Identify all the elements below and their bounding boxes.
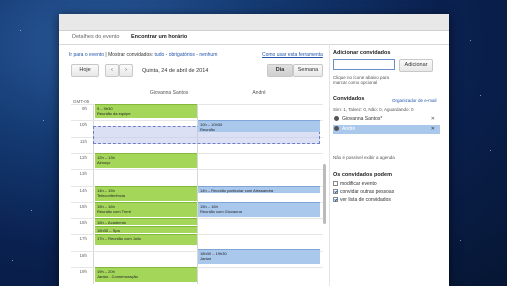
rsvp-summary: Sim: 1, Talvez: 0, Não: 0, Aguardando: 0	[333, 107, 414, 112]
perm-modify-event[interactable]: modificar evento	[333, 181, 377, 187]
event-tabs: Detalhes do evento Encontrar um horário	[59, 30, 449, 45]
guest1-column-header: Giovanna Santos	[149, 90, 189, 96]
remove-guest-icon[interactable]: ✕	[431, 115, 435, 124]
calendar-window: Detalhes do evento Encontrar um horário …	[59, 14, 449, 286]
calendar-event[interactable]: 15h – 16h Reunião com Trent	[95, 201, 197, 218]
event-title: Reunião da equipe	[97, 111, 131, 116]
guest-row[interactable]: Giovanna Santos* ✕	[333, 115, 440, 124]
permissions-title: Os convidados podem	[333, 172, 392, 178]
event-time: 17h – Reunião com Julio	[97, 236, 142, 242]
event-title: Teleconferência	[97, 192, 126, 198]
calendar-event[interactable]: 14h – Reunião particular com Alessandra	[198, 185, 320, 193]
window-topbar	[59, 14, 449, 31]
agenda-unavailable-note: Não é possível exibir a agenda	[333, 155, 395, 160]
remove-guest-icon[interactable]: ✕	[431, 125, 435, 134]
hour-label: 18h	[79, 252, 87, 258]
event-title: Jantar	[200, 256, 212, 262]
hour-label: 13h	[79, 171, 87, 177]
current-date: Quinta, 24 de abril de 2014	[142, 68, 209, 74]
star-decoration	[470, 40, 471, 41]
checkbox-label: ver lista de convidados	[340, 197, 391, 203]
calendar-event[interactable]: 14h – 15h Teleconferência	[95, 185, 197, 201]
hour-label: 10h	[79, 122, 87, 128]
event-title: Reunião com Giovanna	[200, 208, 242, 214]
star-decoration	[460, 240, 461, 241]
calendar-event[interactable]: 12h – 13h Almoço	[95, 152, 197, 169]
hour-label: 9h	[81, 106, 87, 111]
hour-label: 19h	[79, 269, 87, 274]
hour-label: 14h	[79, 187, 87, 193]
event-title: Reunião com Trent	[97, 208, 131, 214]
event-title: Jantar - Comemoração	[97, 274, 138, 279]
tab-find-time[interactable]: Encontrar um horário	[131, 34, 187, 40]
checkbox-label: convidar outras pessoas	[340, 189, 395, 195]
week-view-button[interactable]: Semana	[293, 64, 323, 77]
event-time: 16h30 – Spa	[97, 228, 120, 234]
calendar-event[interactable]: 16h30 – Spa	[95, 226, 197, 234]
add-guest-button[interactable]: Adicionar	[399, 59, 433, 72]
checkbox[interactable]	[333, 181, 338, 187]
event-title: Reunião	[200, 127, 215, 133]
add-guest-input[interactable]	[333, 59, 395, 70]
guest-filter-row: Ir para o evento | Mostrar convidados: t…	[69, 52, 323, 58]
event-title: Almoço	[97, 159, 111, 165]
person-icon[interactable]	[334, 126, 339, 132]
calendar-event[interactable]: 19h – 20h Jantar - Comemoração	[95, 267, 197, 283]
today-button[interactable]: Hoje	[71, 64, 99, 77]
show-guests-label: Mostrar convidados:	[108, 52, 154, 58]
perm-see-guest-list[interactable]: ver lista de convidados	[333, 197, 391, 203]
event-time: 16h – Academia	[97, 220, 126, 226]
hour-label: 15h	[79, 203, 87, 209]
calendar-event[interactable]: 15h – 16h Reunião com Giovanna	[198, 201, 320, 218]
day-view-button[interactable]: Dia	[267, 64, 293, 77]
star-decoration	[480, 95, 481, 96]
guests-title: Convidados	[333, 96, 365, 102]
star-decoration	[31, 210, 32, 211]
help-link[interactable]: Como usar esta ferramenta	[262, 52, 323, 58]
guests-panel: Adicionar convidados Adicionar Clique no…	[329, 44, 449, 286]
checkbox-checked[interactable]	[333, 197, 338, 203]
add-guests-title: Adicionar convidados	[333, 50, 391, 56]
hour-label: 17h	[79, 236, 87, 242]
filter-all-link[interactable]: tudo	[155, 52, 165, 58]
perm-invite-others[interactable]: convidar outras pessoas	[333, 189, 394, 195]
filter-none-link[interactable]: nenhum	[199, 52, 217, 58]
prev-day-button[interactable]: ‹	[105, 64, 119, 77]
hour-gridline	[71, 169, 323, 171]
back-to-event-link[interactable]: Ir para o evento	[69, 52, 104, 58]
star-decoration	[490, 150, 491, 151]
event-time: 14h – Reunião particular com Alessandra	[200, 187, 274, 193]
person-icon[interactable]	[334, 116, 339, 122]
hour-label: 16h	[79, 220, 87, 226]
calendar-event[interactable]: 17h – Reunião com Julio	[95, 234, 197, 245]
star-decoration	[43, 120, 44, 121]
checkbox-label: modificar evento	[340, 181, 377, 187]
calendar-event[interactable]: 18h30 – 19h30 Jantar	[198, 249, 320, 265]
checkbox-checked[interactable]	[333, 189, 338, 195]
guest-name: Giovanna Santos*	[342, 116, 383, 122]
grid-scrollbar[interactable]	[323, 164, 326, 224]
guest-name: André	[342, 126, 356, 132]
next-day-button[interactable]: ›	[119, 64, 133, 77]
hour-label: 12h	[79, 154, 87, 160]
email-organizer-link[interactable]: Organizador de e-mail	[392, 98, 437, 103]
calendar-event[interactable]: 10h – 10h30 Reunião	[198, 120, 320, 133]
star-decoration	[12, 260, 13, 261]
guest-row[interactable]: André ✕	[333, 125, 440, 134]
calendar-event[interactable]: 9 – 9h30 Reunião da equipe	[95, 104, 197, 118]
hour-label: 11h	[79, 138, 87, 144]
filter-required-link[interactable]: obrigatórios	[169, 52, 195, 58]
guest2-column-header: André	[252, 90, 266, 96]
star-decoration	[20, 30, 21, 31]
calendar-event[interactable]: 16h – Academia	[95, 218, 197, 226]
tab-event-details[interactable]: Detalhes do evento	[72, 34, 119, 40]
optional-hint: Clique no ícone abaixo para marcar como …	[333, 75, 390, 85]
